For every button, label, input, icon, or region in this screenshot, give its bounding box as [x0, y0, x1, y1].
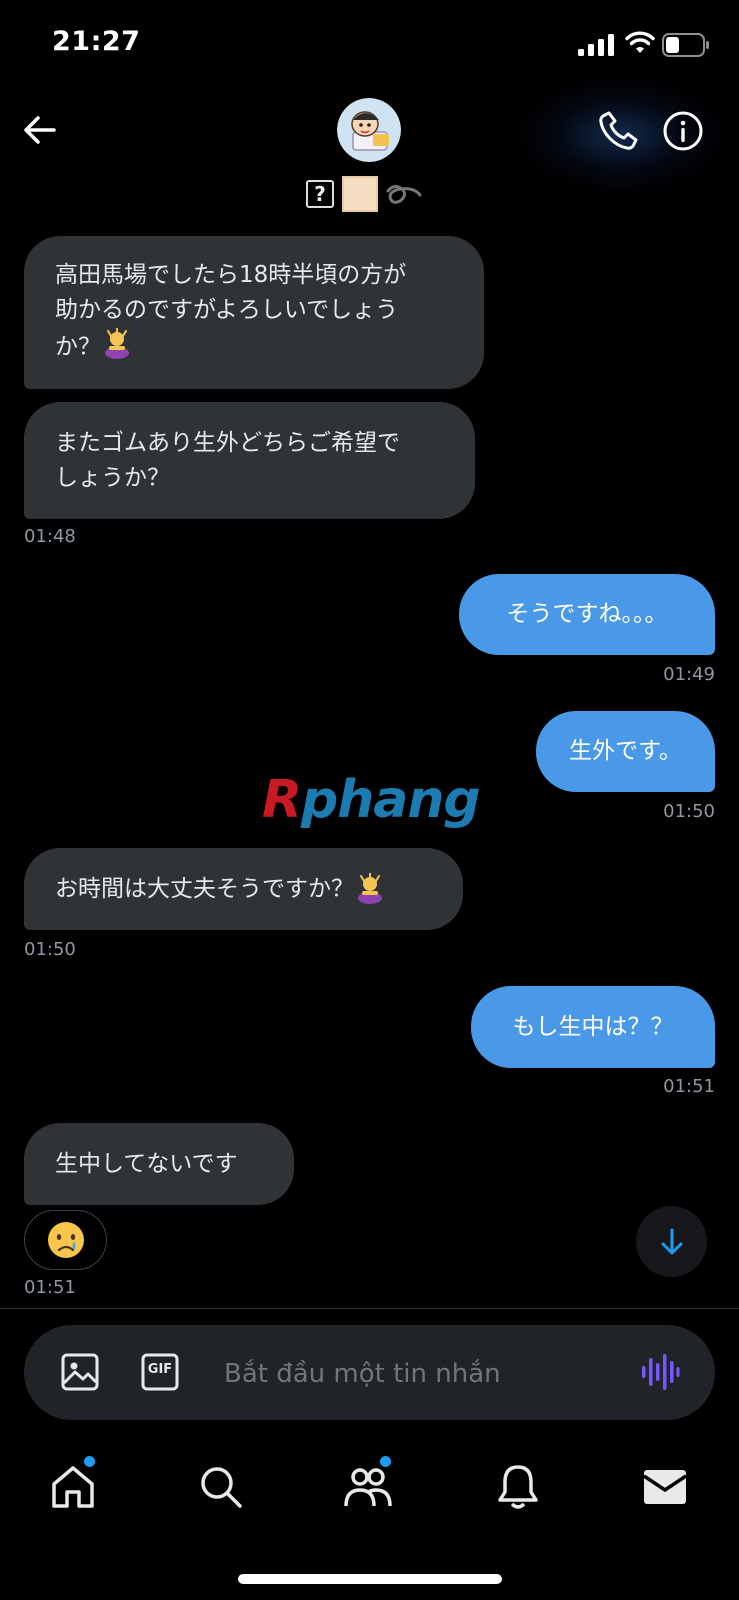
message-timestamp: 01:48	[24, 526, 76, 547]
message-bubble-received[interactable]: 高田馬場でしたら18時半頃の方が 助かるのですがよろしいでしょう か？	[24, 236, 484, 389]
phone-icon[interactable]	[597, 108, 641, 152]
message-bubble-sent[interactable]: もし生中は？？	[471, 986, 715, 1068]
message-text-line: またゴムあり生外どちらご希望で	[55, 430, 400, 456]
status-time: 21:27	[52, 26, 141, 57]
home-icon[interactable]	[48, 1462, 98, 1512]
message-bubble-received[interactable]: 生中してないです	[24, 1123, 294, 1205]
message-timestamp: 01:50	[24, 939, 76, 960]
curl-symbol-icon	[386, 184, 422, 204]
cellular-signal-icon	[578, 34, 614, 56]
gif-button[interactable]: GIF	[140, 1352, 180, 1392]
message-timestamp: 01:51	[24, 1277, 76, 1298]
message-bubble-received[interactable]: またゴムあり生外どちらご希望で しょうか？	[24, 402, 475, 519]
person-bowing-emoji-icon	[105, 328, 129, 359]
message-timestamp: 01:49	[663, 664, 715, 685]
message-bubble-sent[interactable]: そうですね。。。	[459, 574, 715, 655]
message-text-line: か？	[55, 334, 101, 360]
notifications-icon[interactable]	[493, 1462, 543, 1512]
message-text-line: 高田馬場でしたら18時半頃の方が	[55, 262, 407, 288]
message-input[interactable]	[222, 1345, 616, 1403]
message-text-line: しょうか？	[55, 465, 170, 491]
avatar[interactable]	[337, 98, 401, 162]
message-text: お時間は大丈夫そうですか？	[55, 875, 354, 902]
question-symbol: ?	[306, 180, 334, 208]
message-text: そうですね。。。	[506, 601, 668, 627]
communities-notification-dot	[380, 1456, 391, 1467]
messages-icon[interactable]	[640, 1462, 690, 1512]
divider	[0, 1308, 739, 1309]
search-icon[interactable]	[196, 1462, 246, 1512]
battery-icon	[662, 33, 709, 57]
home-indicator	[238, 1574, 502, 1584]
image-icon[interactable]	[60, 1352, 100, 1392]
message-text: 生外です。	[569, 738, 682, 764]
arrow-down-icon	[661, 1228, 682, 1254]
conversation-name[interactable]: ?	[306, 175, 422, 213]
message-text-line: 助かるのですがよろしいでしょう	[55, 297, 399, 323]
home-notification-dot	[84, 1456, 95, 1467]
voice-message-icon[interactable]	[640, 1352, 680, 1392]
gif-label: GIF	[147, 1362, 173, 1377]
message-bubble-sent[interactable]: 生外です。	[536, 711, 715, 792]
message-timestamp: 01:51	[663, 1076, 715, 1097]
wifi-icon	[625, 31, 655, 53]
person-bowing-emoji-icon	[358, 873, 382, 904]
message-text: 生中してないです	[55, 1150, 238, 1177]
peach-square-symbol	[342, 176, 378, 212]
back-arrow-icon[interactable]	[18, 108, 62, 152]
watermark-logo: Rphang	[262, 770, 481, 830]
message-reaction[interactable]	[24, 1210, 107, 1270]
crying-face-emoji-icon	[47, 1222, 84, 1258]
message-bubble-received[interactable]: お時間は大丈夫そうですか？	[24, 848, 463, 930]
communities-icon[interactable]	[343, 1462, 393, 1512]
crayon-shinchan-avatar-icon	[337, 98, 401, 162]
scroll-to-bottom-button[interactable]	[636, 1206, 707, 1277]
message-timestamp: 01:50	[663, 801, 715, 822]
message-text: もし生中は？？	[512, 1013, 674, 1040]
info-icon[interactable]	[662, 110, 704, 152]
